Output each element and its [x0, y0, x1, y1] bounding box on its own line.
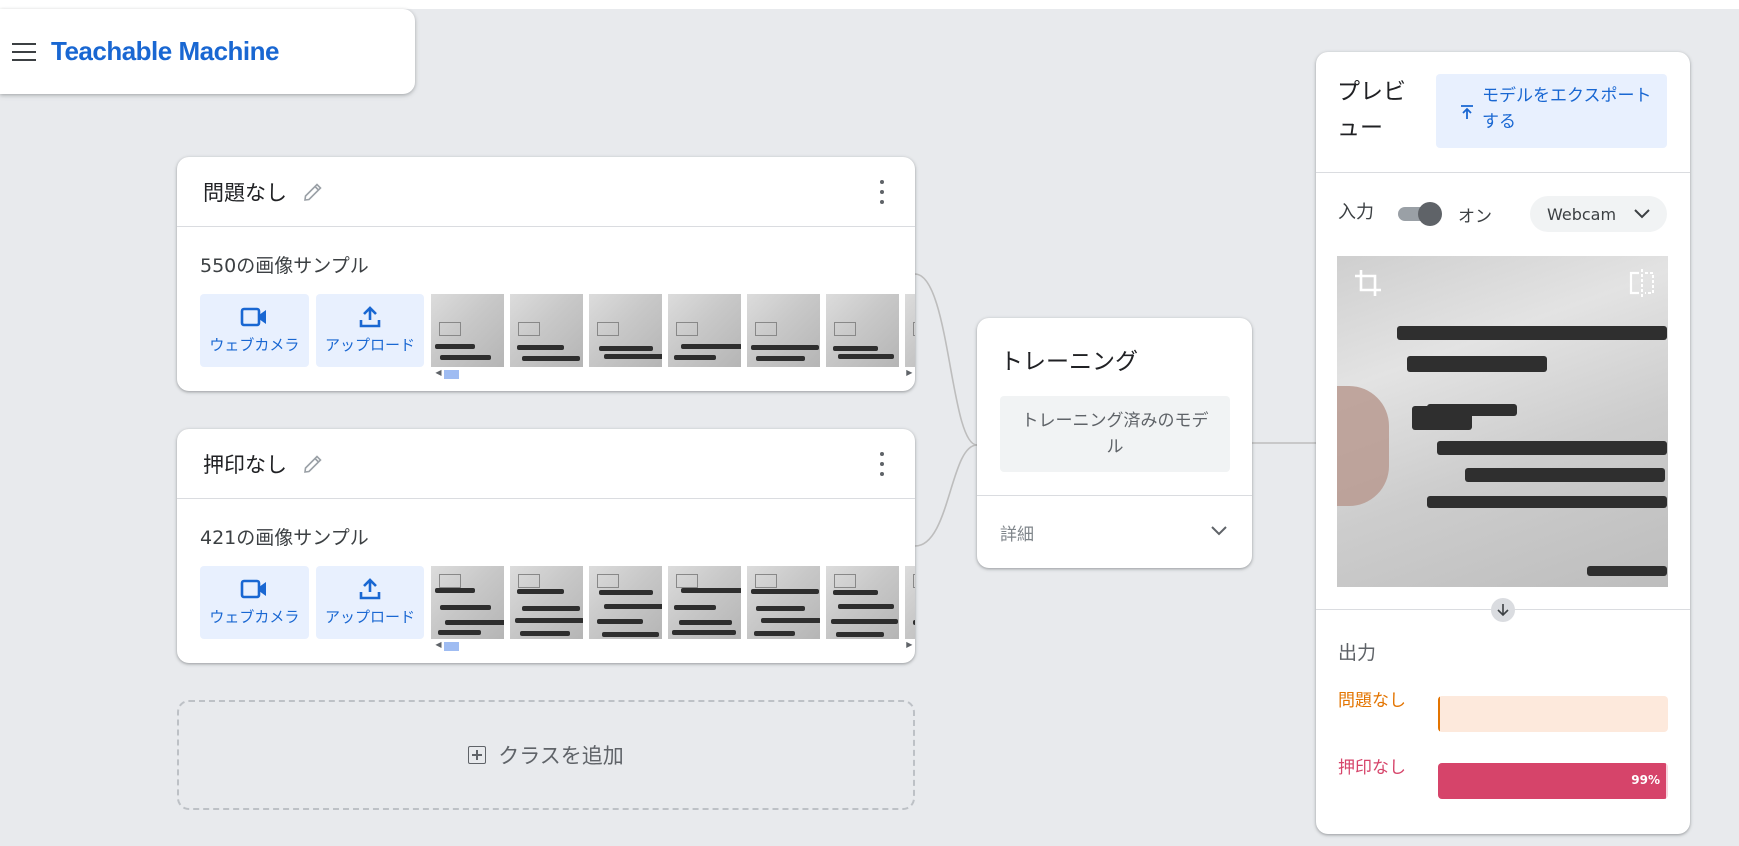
toggle-state-label: オン: [1458, 207, 1492, 227]
webcam-label: ウェブカメラ: [209, 336, 300, 354]
scroll-right-icon[interactable]: ▶: [906, 640, 912, 649]
input-label: 入力: [1338, 202, 1374, 223]
sample-thumbnail[interactable]: [905, 566, 915, 639]
upload-icon: [359, 578, 381, 600]
scroll-thumb[interactable]: [444, 642, 460, 651]
menu-icon[interactable]: [12, 42, 36, 61]
class-header: 押印なし: [177, 429, 915, 499]
arrow-down-icon: [1491, 598, 1515, 622]
class-name[interactable]: 押印なし: [203, 449, 287, 479]
output-label: 押印なし: [1338, 758, 1406, 778]
video-camera-icon: [241, 307, 267, 327]
sample-thumbnails[interactable]: ◀ ▶: [431, 294, 915, 380]
class-card-2: 押印なし 421の画像サンプル ウェブカメラ アップロード ◀ ▶: [177, 429, 915, 663]
video-camera-icon: [241, 579, 267, 599]
webcam-button[interactable]: ウェブカメラ: [200, 566, 309, 639]
class-header: 問題なし: [177, 157, 915, 227]
brand-title[interactable]: Teachable Machine: [51, 36, 280, 67]
more-options-icon[interactable]: [879, 180, 885, 204]
output-label: 問題なし: [1338, 691, 1406, 711]
input-source-select[interactable]: Webcam: [1530, 196, 1667, 232]
crop-icon[interactable]: [1353, 268, 1383, 298]
confidence-bar: 99%: [1438, 763, 1668, 799]
output-title: 出力: [1338, 642, 1377, 664]
upload-button[interactable]: アップロード: [315, 294, 425, 367]
output-row-1: 問題なし: [1338, 688, 1668, 736]
chevron-down-icon: [1211, 526, 1227, 536]
upload-arrow-icon: [1461, 105, 1473, 119]
sample-thumbnail[interactable]: [905, 294, 915, 367]
add-class-label: クラスを追加: [498, 744, 624, 768]
webcam-preview: [1337, 256, 1668, 587]
edit-pencil-icon[interactable]: [301, 180, 325, 204]
sample-count: 421の画像サンプル: [200, 527, 369, 549]
training-card: トレーニング トレーニング済みのモデル 詳細: [977, 318, 1252, 568]
top-strip: [0, 0, 1739, 9]
chevron-down-icon: [1634, 209, 1650, 219]
sample-thumbnail[interactable]: [668, 566, 742, 639]
samples-row: ウェブカメラ アップロード ◀ ▶: [177, 294, 915, 380]
export-label: モデルをエクスポートする: [1482, 86, 1652, 132]
train-model-button[interactable]: トレーニング済みのモデル: [1000, 396, 1230, 472]
upload-button[interactable]: アップロード: [315, 566, 425, 639]
training-title: トレーニング: [1000, 349, 1138, 375]
confidence-percent: 99%: [1631, 773, 1660, 787]
thumbnail-scrollbar[interactable]: ◀ ▶: [431, 368, 915, 379]
thumbnail-scrollbar[interactable]: ◀ ▶: [431, 640, 915, 651]
sample-thumbnail[interactable]: [668, 294, 742, 367]
sample-thumbnail[interactable]: [747, 294, 821, 367]
edit-pencil-icon[interactable]: [301, 452, 325, 476]
preview-header: プレビュー モデルをエクスポートする: [1316, 52, 1690, 173]
add-class-button[interactable]: クラスを追加: [177, 700, 915, 810]
sample-thumbnail[interactable]: [589, 566, 663, 639]
export-model-button[interactable]: モデルをエクスポートする: [1436, 74, 1667, 148]
upload-label: アップロード: [325, 608, 416, 626]
sample-count: 550の画像サンプル: [200, 255, 369, 277]
preview-title: プレビュー: [1337, 79, 1406, 141]
app-header: Teachable Machine: [0, 9, 415, 94]
advanced-label: 詳細: [1000, 524, 1034, 545]
sample-thumbnail[interactable]: [510, 294, 584, 367]
sample-thumbnail[interactable]: [826, 566, 900, 639]
sample-thumbnail[interactable]: [747, 566, 821, 639]
confidence-fill: [1438, 696, 1441, 732]
sample-thumbnail[interactable]: [589, 294, 663, 367]
preview-card: プレビュー モデルをエクスポートする 入力 オン Webcam 出力 問題なし: [1316, 52, 1690, 834]
flip-icon[interactable]: [1628, 268, 1656, 298]
sample-thumbnail[interactable]: [431, 294, 505, 367]
upload-icon: [359, 306, 381, 328]
more-options-icon[interactable]: [879, 452, 885, 476]
add-box-icon: [468, 746, 487, 764]
advanced-toggle[interactable]: 詳細: [977, 495, 1252, 568]
class-name[interactable]: 問題なし: [203, 177, 287, 207]
sample-thumbnails[interactable]: ◀ ▶: [431, 566, 915, 652]
class-card-1: 問題なし 550の画像サンプル ウェブカメラ アップロード ◀ ▶: [177, 157, 915, 391]
output-row-2: 押印なし 99%: [1338, 755, 1668, 803]
input-source-value: Webcam: [1547, 204, 1617, 224]
confidence-bar: [1438, 696, 1668, 732]
scroll-thumb[interactable]: [444, 370, 460, 379]
hand-region: [1337, 386, 1389, 506]
scroll-left-icon[interactable]: ◀: [435, 640, 441, 649]
webcam-label: ウェブカメラ: [209, 608, 300, 626]
scroll-left-icon[interactable]: ◀: [435, 368, 441, 377]
samples-row: ウェブカメラ アップロード ◀ ▶: [177, 566, 915, 652]
upload-label: アップロード: [325, 336, 416, 354]
sample-thumbnail[interactable]: [510, 566, 584, 639]
webcam-button[interactable]: ウェブカメラ: [200, 294, 309, 367]
sample-thumbnail[interactable]: [431, 566, 505, 639]
input-toggle[interactable]: [1398, 202, 1442, 226]
scroll-right-icon[interactable]: ▶: [906, 368, 912, 377]
sample-thumbnail[interactable]: [826, 294, 900, 367]
